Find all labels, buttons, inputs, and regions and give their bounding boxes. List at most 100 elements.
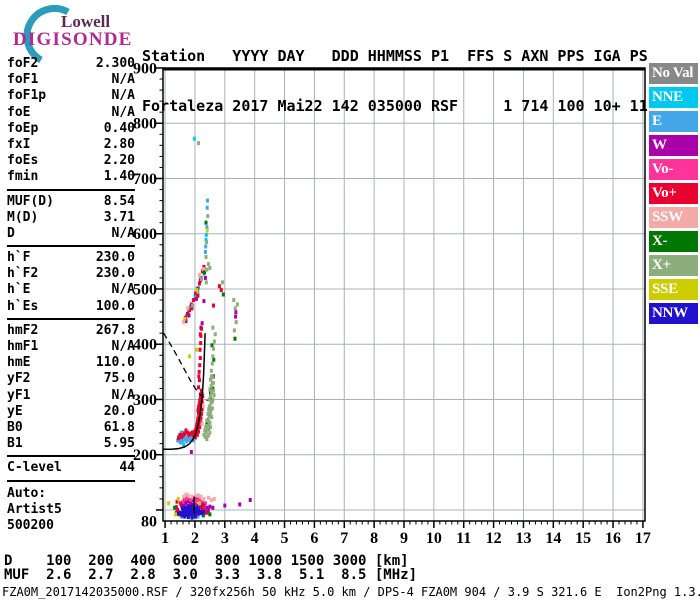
legend-item-vo+: Vo+ <box>649 183 698 204</box>
param-value: 2.300 <box>95 56 135 71</box>
x-tick-label: 6 <box>310 530 318 547</box>
param-row-foF1p: foF1p N/A <box>7 88 135 104</box>
y-tick-label: 500 <box>133 281 157 298</box>
param-row-foF2: foF2 2.300 <box>7 56 135 72</box>
y-tick-label: 700 <box>133 171 157 188</box>
legend-item-vo-: Vo- <box>649 159 698 180</box>
param-value: 110.0 <box>95 355 135 371</box>
param-label: hmE <box>7 355 31 371</box>
param-label: C-level <box>7 460 62 476</box>
param-label: foE <box>7 104 31 120</box>
param-row-D: D N/A <box>7 226 135 242</box>
param-label: B0 <box>7 419 23 435</box>
y-tick-label: 300 <box>133 392 157 409</box>
scaled-parameters-panel: foF2 2.300 foF1 N/A foF1p N/A foE N/A foEp 0.40 fx… <box>7 56 135 534</box>
param-value: 20.0 <box>103 403 135 419</box>
param-row-h`F: h`F 230.0 <box>7 250 135 266</box>
param-value: 230.0 <box>95 266 135 282</box>
param-row-foEp: foEp 0.40 <box>7 121 135 137</box>
param-label: fmin <box>7 169 39 185</box>
param-label: B1 <box>7 436 23 452</box>
station-header: Station YYYY DAY DDD HHMMSS P1 FFS S AXN… <box>142 15 648 147</box>
param-row-B0: B0 61.8 <box>7 420 135 436</box>
autoscaler-line: 500200 <box>7 517 54 533</box>
param-value: 100.0 <box>95 298 135 314</box>
param-row-h`E: h`E N/A <box>7 282 135 298</box>
param-row-yF1: yF1 N/A <box>7 388 135 404</box>
y-tick-label: 600 <box>133 226 157 243</box>
param-row-foEs: foEs 2.20 <box>7 153 135 169</box>
y-tick-label: 400 <box>133 337 157 354</box>
param-row-fxI: fxI 2.80 <box>7 137 135 153</box>
echo-direction-legend: No Val NNE E W Vo- Vo+ SSW X- X+ SSE NNW <box>649 63 699 327</box>
param-section: hmF2 267.8 hmF1 N/A hmE 110.0 yF2 75.0 yF1 N/A yE 2… <box>7 323 135 458</box>
param-label: h`F2 <box>7 266 39 282</box>
logo-text-digisonde: DIGISONDE <box>13 29 133 50</box>
x-tick-label: 3 <box>221 530 229 547</box>
param-label: foF1 <box>7 72 39 88</box>
param-label: h`Es <box>7 298 39 314</box>
status-line: FZA0M_2017142035000.RSF / 320fx256h 50 k… <box>2 585 700 599</box>
param-label: MUF(D) <box>7 193 54 209</box>
param-value: 44 <box>119 460 135 476</box>
series-nne <box>177 136 208 519</box>
param-label: foEp <box>7 120 39 136</box>
param-label: h`F <box>7 250 31 266</box>
param-label: fxI <box>7 136 31 152</box>
echo-points <box>167 136 252 520</box>
param-row-yF2: yF2 75.0 <box>7 371 135 387</box>
x-tick-label: 14 <box>545 530 561 547</box>
param-row-hmF1: hmF1 N/A <box>7 339 135 355</box>
series-vo+ <box>174 264 223 515</box>
x-tick-label: 8 <box>370 530 378 547</box>
param-label: yF2 <box>7 371 31 387</box>
param-label: foF2 <box>7 56 39 71</box>
param-row-h`F2: h`F2 230.0 <box>7 266 135 282</box>
legend-item-no-val: No Val <box>649 63 698 84</box>
param-value: N/A <box>111 104 135 120</box>
param-label: yF1 <box>7 387 31 403</box>
x-tick-label: 9 <box>400 530 408 547</box>
autoscaler-line: Artist5 <box>7 501 62 517</box>
param-label: foF1p <box>7 88 47 104</box>
param-label: M(D) <box>7 209 39 225</box>
param-value: N/A <box>111 225 135 241</box>
param-row-C-level: C-level 44 <box>7 460 135 476</box>
y-tick-label: 200 <box>133 447 157 464</box>
param-row-yE: yE 20.0 <box>7 404 135 420</box>
legend-item-e: E <box>649 111 698 132</box>
x-tick-label: 12 <box>486 530 502 547</box>
legend-item-nne: NNE <box>649 87 698 108</box>
param-row-hmE: hmE 110.0 <box>7 355 135 371</box>
x-tick-label: 16 <box>605 530 621 547</box>
param-value: 1.40 <box>103 169 135 185</box>
param-value: 267.8 <box>95 322 135 338</box>
param-section: MUF(D) 8.54 M(D) 3.71 D N/A <box>7 194 135 248</box>
param-value: 5.95 <box>103 436 135 452</box>
param-row-MUF(D): MUF(D) 8.54 <box>7 194 135 210</box>
x-tick-label: 1 <box>161 530 169 547</box>
lowell-digisonde-logo: Lowell DIGISONDE <box>4 2 144 64</box>
param-label: foEs <box>7 153 39 169</box>
param-value: N/A <box>111 387 135 403</box>
param-section: C-level 44 <box>7 460 135 482</box>
x-tick-label: 17 <box>635 530 651 547</box>
param-section: h`F 230.0 h`F2 230.0 h`E N/A h`Es 100.0 <box>7 250 135 320</box>
station-header-columns: Station YYYY DAY DDD HHMMSS P1 FFS S AXN… <box>142 47 648 65</box>
param-row-B1: B1 5.95 <box>7 436 135 452</box>
legend-item-x-: X- <box>649 231 698 252</box>
param-label: h`E <box>7 282 31 298</box>
x-tick-label: 2 <box>191 530 199 547</box>
x-tick-label: 15 <box>575 530 591 547</box>
param-value: 2.80 <box>103 136 135 152</box>
autoscaler-line: Auto: <box>7 485 47 501</box>
param-value: 0.40 <box>103 120 135 136</box>
station-header-values: Fortaleza 2017 Mai22 142 035000 RSF 1 71… <box>142 96 648 115</box>
x-tick-label: 4 <box>251 530 259 547</box>
legend-item-x+: X+ <box>649 255 698 276</box>
param-value: 61.8 <box>103 419 135 435</box>
param-label: yE <box>7 403 23 419</box>
param-label: hmF1 <box>7 339 39 354</box>
param-value: N/A <box>111 72 135 88</box>
param-row-h`Es: h`Es 100.0 <box>7 299 135 315</box>
